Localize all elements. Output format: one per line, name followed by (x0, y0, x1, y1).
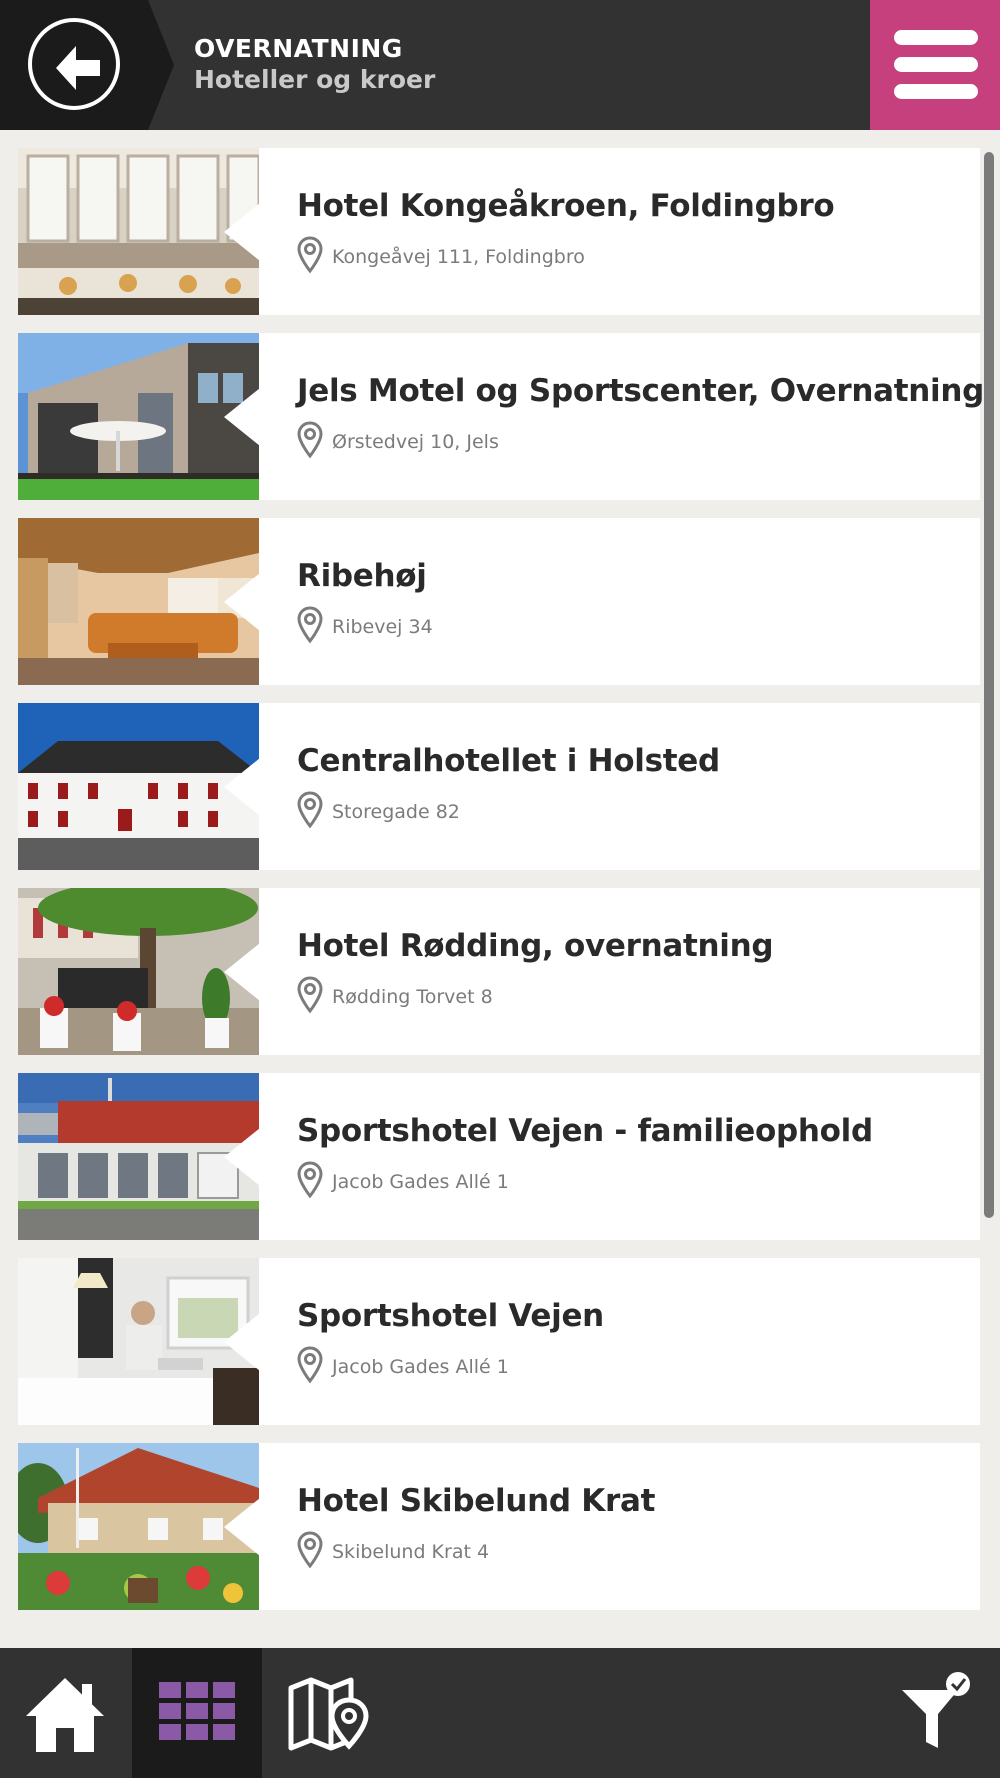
hotel-address: Jacob Gades Allé 1 (332, 1356, 509, 1378)
hotel-name: Centralhotellet i Holsted (297, 743, 720, 779)
location-pin-icon (297, 1531, 323, 1569)
nav-map-button[interactable] (264, 1648, 394, 1778)
location-pin-icon (297, 1346, 323, 1384)
home-icon (26, 1678, 104, 1752)
back-button[interactable] (28, 18, 120, 110)
nav-grid-button[interactable] (132, 1648, 262, 1778)
arrow-left-icon (56, 46, 100, 90)
header-bar: OVERNATNING Hoteller og kroer (0, 0, 1000, 130)
nav-home-button[interactable] (0, 1648, 130, 1778)
hotel-thumbnail (18, 518, 259, 685)
hotel-name: Sportshotel Vejen - familieophold (297, 1113, 873, 1149)
location-pin-icon (297, 236, 323, 274)
location-pin-icon (297, 421, 323, 459)
hotel-address: Kongeåvej 111, Foldingbro (332, 246, 585, 268)
hotel-address: Storegade 82 (332, 801, 460, 823)
hotel-address: Jacob Gades Allé 1 (332, 1171, 509, 1193)
list-item[interactable]: Hotel Kongeåkroen, Foldingbro Kongeåvej … (18, 148, 980, 315)
map-icon (288, 1677, 369, 1751)
hotel-thumbnail (18, 1073, 259, 1240)
bottom-nav (0, 1648, 1000, 1778)
location-pin-icon (297, 976, 323, 1014)
page-title: OVERNATNING (194, 34, 403, 63)
hotel-name: Hotel Rødding, overnatning (297, 928, 774, 964)
back-notch (148, 0, 174, 130)
list-item[interactable]: Hotel Skibelund Krat Skibelund Krat 4 (18, 1443, 980, 1610)
list-item[interactable]: Sportshotel Vejen - familieophold Jacob … (18, 1073, 980, 1240)
hotel-thumbnail (18, 148, 259, 315)
list-item[interactable]: Hotel Rødding, overnatning Rødding Torve… (18, 888, 980, 1055)
list-item[interactable]: Jels Motel og Sportscenter, Overnatning … (18, 333, 984, 500)
hotel-thumbnail (18, 1443, 259, 1610)
hotel-address: Ørstedvej 10, Jels (332, 431, 499, 453)
hotel-thumbnail (18, 888, 259, 1055)
hotel-thumbnail (18, 333, 259, 500)
hotel-thumbnail (18, 703, 259, 870)
page-subtitle: Hoteller og kroer (194, 65, 436, 94)
hotel-list: Hotel Kongeåkroen, Foldingbro Kongeåvej … (18, 148, 984, 1628)
hotel-address: Skibelund Krat 4 (332, 1541, 490, 1563)
grid-icon (159, 1682, 235, 1740)
hotel-address: Ribevej 34 (332, 616, 433, 638)
scrollbar[interactable] (984, 152, 994, 1218)
list-item[interactable]: Centralhotellet i Holsted Storegade 82 (18, 703, 980, 870)
hotel-name: Sportshotel Vejen (297, 1298, 604, 1334)
hotel-name: Hotel Skibelund Krat (297, 1483, 656, 1519)
hotel-name: Ribehøj (297, 558, 427, 594)
title-block: OVERNATNING Hoteller og kroer (194, 34, 435, 96)
filter-icon (902, 1672, 970, 1748)
hotel-thumbnail (18, 1258, 259, 1425)
hotel-name: Hotel Kongeåkroen, Foldingbro (297, 188, 835, 224)
list-item[interactable]: Sportshotel Vejen Jacob Gades Allé 1 (18, 1258, 980, 1425)
location-pin-icon (297, 606, 323, 644)
list-item[interactable]: Ribehøj Ribevej 34 (18, 518, 980, 685)
menu-button[interactable] (870, 0, 1000, 130)
hotel-name: Jels Motel og Sportscenter, Overnatning (297, 373, 985, 409)
location-pin-icon (297, 1161, 323, 1199)
location-pin-icon (297, 791, 323, 829)
hotel-address: Rødding Torvet 8 (332, 986, 493, 1008)
nav-filter-button[interactable] (870, 1648, 1000, 1778)
